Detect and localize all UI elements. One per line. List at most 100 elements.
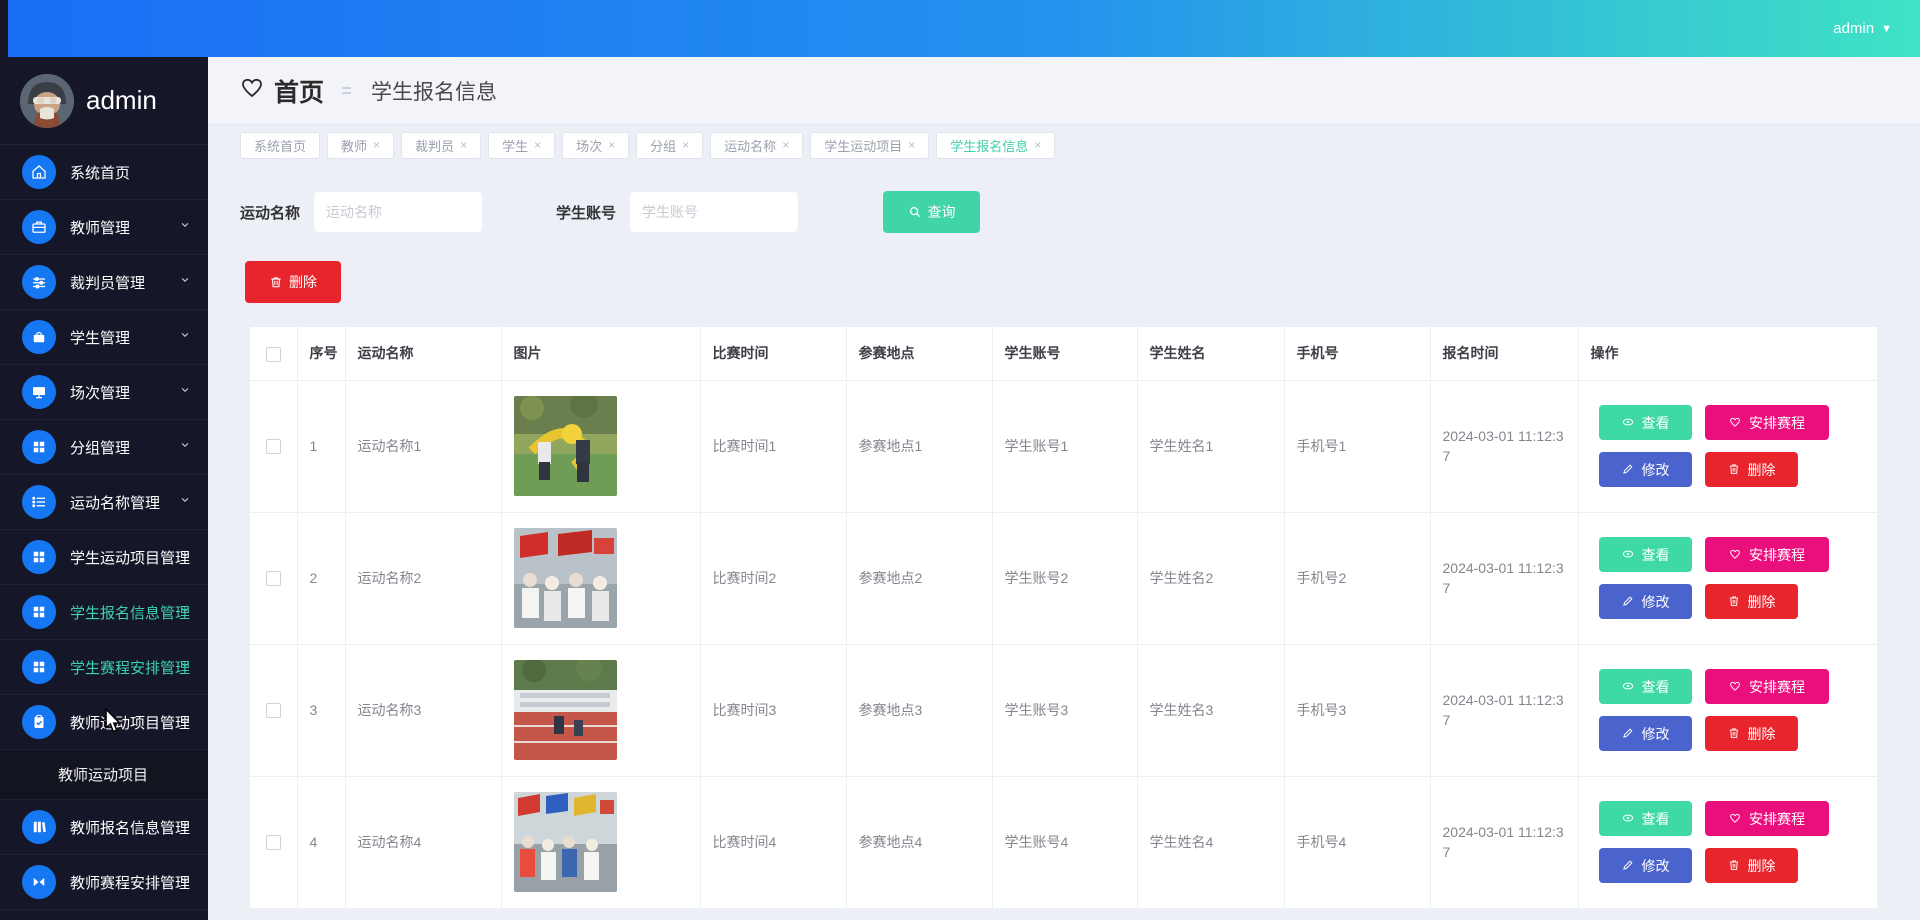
view-button[interactable]: 查看 — [1599, 537, 1692, 572]
arrange-schedule-button[interactable]: 安排赛程 — [1705, 669, 1829, 704]
row-checkbox[interactable] — [266, 439, 281, 454]
tab-场次[interactable]: 场次× — [562, 132, 629, 159]
tab-教师[interactable]: 教师× — [327, 132, 394, 159]
tab-裁判员[interactable]: 裁判员× — [401, 132, 481, 159]
tab-运动名称[interactable]: 运动名称× — [710, 132, 803, 159]
edit-button[interactable]: 修改 — [1599, 716, 1692, 751]
close-icon[interactable]: × — [534, 138, 541, 152]
close-icon[interactable]: × — [782, 138, 789, 152]
dragon-dance-photo — [514, 396, 617, 496]
arrange-schedule-button[interactable]: 安排赛程 — [1705, 801, 1829, 836]
tab-学生[interactable]: 学生× — [488, 132, 555, 159]
edit-button[interactable]: 修改 — [1599, 848, 1692, 883]
column-header: 学生姓名 — [1137, 327, 1284, 380]
close-icon[interactable]: × — [608, 138, 615, 152]
data-table: 序号运动名称图片比赛时间参赛地点学生账号学生姓名手机号报名时间操作 1运动名称1… — [250, 327, 1877, 909]
sidebar-subitem[interactable]: 教师运动项目 — [0, 750, 208, 800]
column-header: 比赛时间 — [700, 327, 846, 380]
sliders-icon — [22, 265, 56, 299]
select-all-checkbox[interactable] — [266, 347, 281, 362]
sidebar-item[interactable]: 分组管理 — [0, 420, 208, 475]
sidebar-item[interactable]: 教师报名信息管理 — [0, 800, 208, 855]
view-button[interactable]: 查看 — [1599, 669, 1692, 704]
tab-分组[interactable]: 分组× — [636, 132, 703, 159]
sidebar-item[interactable]: 学生运动项目管理 — [0, 530, 208, 585]
sidebar-subitem-label: 教师运动项目 — [58, 764, 148, 785]
briefcase-icon — [22, 210, 56, 244]
column-header: 报名时间 — [1430, 327, 1578, 380]
sidebar-item[interactable]: 学生赛程安排管理 — [0, 640, 208, 695]
topbar: admin ▼ — [8, 0, 1920, 57]
edit-button[interactable]: 修改 — [1599, 584, 1692, 619]
delete-button[interactable]: 删除 — [1705, 716, 1798, 751]
sidebar-item-label: 学生赛程安排管理 — [70, 657, 190, 678]
tab-学生报名信息[interactable]: 学生报名信息× — [936, 132, 1055, 159]
edit-button[interactable]: 修改 — [1599, 452, 1692, 487]
close-icon[interactable]: × — [373, 138, 380, 152]
student-account-label: 学生账号 — [556, 202, 616, 223]
colorful-flags-crowd-photo — [514, 792, 617, 892]
tab-系统首页[interactable]: 系统首页 — [240, 132, 320, 159]
arrange-schedule-button[interactable]: 安排赛程 — [1705, 537, 1829, 572]
sidebar-item[interactable]: 系统首页 — [0, 145, 208, 200]
user-menu[interactable]: admin ▼ — [1833, 0, 1892, 57]
chevron-down-icon — [178, 548, 192, 567]
bowtie-icon — [22, 865, 56, 899]
query-button[interactable]: 查询 — [883, 191, 980, 233]
user-name: admin — [1833, 20, 1874, 37]
sidebar-item[interactable]: 运动名称管理 — [0, 475, 208, 530]
column-header: 图片 — [501, 327, 700, 380]
column-header: 学生账号 — [992, 327, 1137, 380]
chevron-up-icon — [178, 713, 192, 732]
heart-icon — [240, 76, 264, 105]
close-icon[interactable]: × — [908, 138, 915, 152]
view-button[interactable]: 查看 — [1599, 405, 1692, 440]
sidebar-item[interactable]: 学生管理 — [0, 310, 208, 365]
red-flags-parade-photo — [514, 528, 617, 628]
student-account-input[interactable] — [630, 192, 798, 232]
column-header: 手机号 — [1284, 327, 1430, 380]
sidebar-item[interactable]: 教师赛程安排管理 — [0, 855, 208, 910]
delete-button[interactable]: 删除 — [1705, 848, 1798, 883]
running-track-photo — [514, 660, 617, 760]
eye-icon — [1621, 811, 1636, 826]
arrange-schedule-button[interactable]: 安排赛程 — [1705, 405, 1829, 440]
tab-学生运动项目[interactable]: 学生运动项目× — [810, 132, 929, 159]
grid-icon — [22, 650, 56, 684]
book-icon — [22, 810, 56, 844]
sidebar-item[interactable]: 教师管理 — [0, 200, 208, 255]
delete-button[interactable]: 删除 — [1705, 452, 1798, 487]
heart-icon — [1728, 679, 1743, 694]
row-checkbox[interactable] — [266, 835, 281, 850]
chevron-down-icon — [178, 383, 192, 402]
chevron-down-icon — [178, 658, 192, 677]
pencil-icon — [1621, 594, 1636, 609]
sport-name-input[interactable] — [314, 192, 482, 232]
close-icon[interactable]: × — [460, 138, 467, 152]
sidebar-item[interactable]: 教师运动项目管理 — [0, 695, 208, 750]
breadcrumb-home[interactable]: 首页 — [274, 73, 324, 109]
sidebar-top-strip — [0, 0, 8, 57]
chevron-down-icon — [178, 603, 192, 622]
heart-icon — [1728, 811, 1743, 826]
sidebar-item-label: 分组管理 — [70, 437, 130, 458]
sidebar-item[interactable]: 裁判员管理 — [0, 255, 208, 310]
eye-icon — [1621, 679, 1636, 694]
sidebar-item[interactable]: 学生报名信息管理 — [0, 585, 208, 640]
sidebar-item-label: 教师管理 — [70, 217, 130, 238]
breadcrumb: 首页 学生报名信息 — [208, 57, 1920, 125]
trash-icon — [1727, 858, 1742, 873]
row-checkbox[interactable] — [266, 571, 281, 586]
close-icon[interactable]: × — [1034, 138, 1041, 152]
delete-button[interactable]: 删除 — [1705, 584, 1798, 619]
close-icon[interactable]: × — [682, 138, 689, 152]
trash-icon — [1727, 726, 1742, 741]
table-row: 3运动名称3比赛时间3参赛地点3学生账号3学生姓名3手机号32024-03-01… — [250, 644, 1877, 776]
view-button[interactable]: 查看 — [1599, 801, 1692, 836]
sidebar-item-label: 学生报名信息管理 — [70, 602, 190, 623]
sidebar-item[interactable]: 场次管理 — [0, 365, 208, 420]
chevron-down-icon — [178, 438, 192, 457]
row-checkbox[interactable] — [266, 703, 281, 718]
heart-icon — [1728, 415, 1743, 430]
bulk-delete-button[interactable]: 删除 — [245, 261, 341, 303]
